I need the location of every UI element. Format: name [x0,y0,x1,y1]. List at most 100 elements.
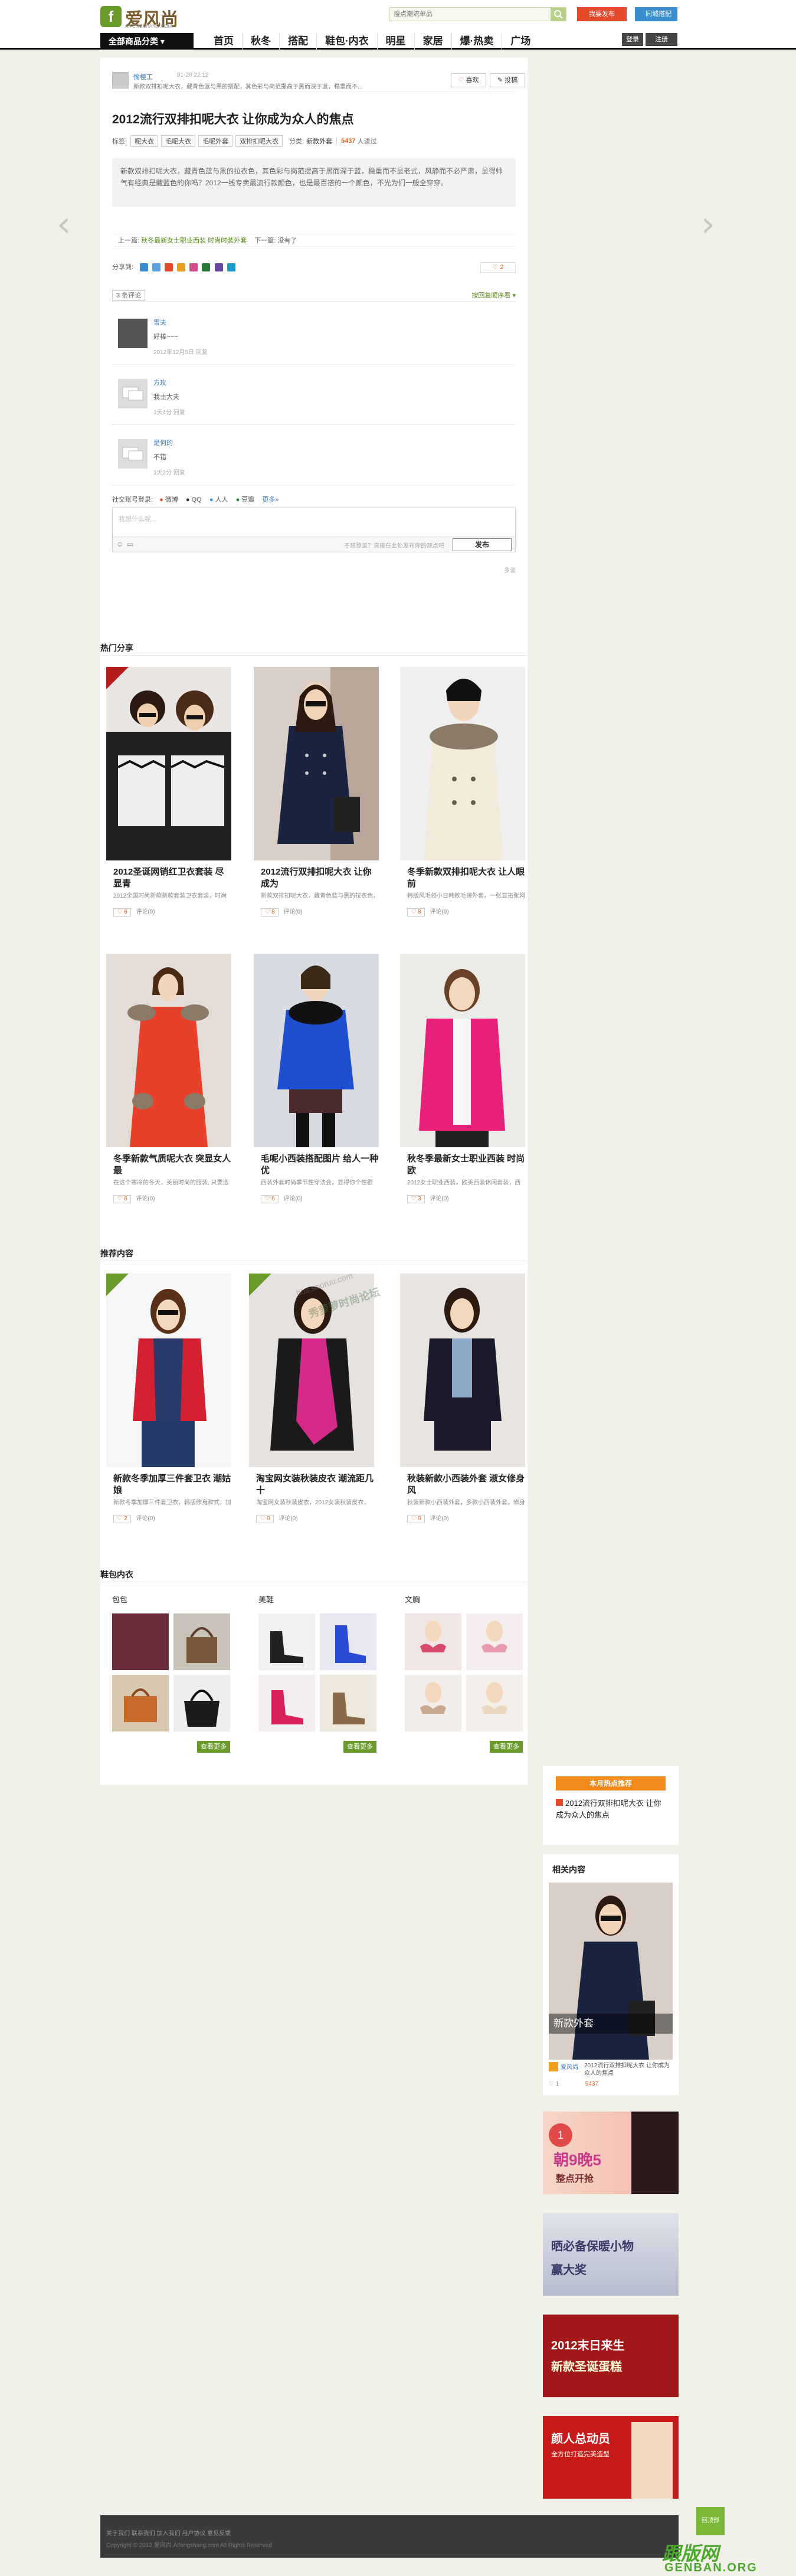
card-title[interactable]: 新款冬季加厚三件套卫衣 潮姑娘 [113,1473,231,1497]
author-name[interactable]: 愉樱工 [133,72,153,81]
card-title[interactable]: 毛呢小西装搭配图片 给人一种优 [261,1153,379,1177]
report-button[interactable]: ✎ 投稿 [490,73,525,87]
shoe-thumb[interactable] [258,1613,315,1670]
bag-thumb[interactable] [173,1675,230,1731]
search-input[interactable] [390,8,549,21]
share-kaixin-icon[interactable] [214,263,223,272]
comment-meta[interactable]: 1天4分 回复 [153,407,185,416]
login-button[interactable]: 登录 [622,33,643,46]
comment-link[interactable]: 评论(0) [136,1516,155,1522]
fav-count-button[interactable]: ♡ 2 [480,262,516,273]
avatar[interactable] [118,319,148,348]
collect-button[interactable]: ♡ 喜欢 [451,73,486,87]
comment-author[interactable]: 是何的 [153,438,173,447]
local-style-button[interactable]: 同城搭配 [635,7,677,21]
ad-banner[interactable]: 颜人总动员 全方位打造完美造型 [543,2416,679,2499]
bag-thumb[interactable] [173,1613,230,1670]
like-button[interactable]: ♡ 8 [261,908,279,917]
lingerie-thumb[interactable] [405,1675,461,1731]
nav-home[interactable]: 首页 [205,33,242,50]
catalog-button[interactable]: 全部商品分类 ▾ [100,33,194,50]
lingerie-thumb[interactable] [466,1675,523,1731]
register-button[interactable]: 注册 [646,33,677,46]
hot-card[interactable]: 冬季新款气质呢大衣 突显女人最 在这个寒冷的冬天，美丽时尚的服装, 只要选对的搭… [106,954,231,1203]
like-button[interactable]: ♡ 0 [256,1515,274,1523]
more-button[interactable]: 查看更多 [197,1741,230,1753]
publish-button[interactable]: 我要发布 [577,7,627,21]
card-image[interactable] [254,954,379,1147]
send-button[interactable]: 发布 [453,538,512,551]
card-image[interactable] [400,1274,525,1467]
avatar[interactable] [118,439,148,469]
prev-arrow-icon[interactable]: ‹ [57,207,80,242]
hot-card[interactable]: 2012流行双排扣呢大衣 让你成为 新款双排扣呢大衣，藏青色蓝与黑的拉衣色，其色… [254,667,379,917]
nav-hot-sale[interactable]: 爆·热卖 [451,33,502,50]
comment-meta[interactable]: 2012年12月5日 回复 [153,347,208,356]
hot-item-link[interactable]: 2012流行双排扣呢大衣 让你成为众人的焦点 [556,1798,666,1821]
card-image[interactable] [106,954,231,1147]
site-logo[interactable]: f 爱风尚 AIFENGSHANG.COM [100,4,183,30]
ad-banner[interactable]: 2012末日来生 新款圣诞蛋糕 [543,2315,679,2397]
shoe-thumb[interactable] [320,1613,376,1670]
tag-item[interactable]: 毛呢大衣 [161,135,196,147]
like-button[interactable]: ♡ 8 [407,908,425,917]
like-button[interactable]: ♡ 6 [113,908,131,917]
card-image[interactable] [400,954,525,1147]
author-avatar[interactable] [112,72,129,89]
tag-item[interactable]: 双排扣呢大衣 [235,135,283,147]
like-button[interactable]: ♡ 0 [407,1515,425,1523]
hot-card[interactable]: 冬季新款双排扣呢大衣 让人眼前 韩版风毛领小日韩款毛领外套，一张显拓张网站领帽子… [400,667,525,917]
comment-link[interactable]: 评论(0) [283,909,302,915]
footer-links[interactable]: 关于我们 联系我们 加入我们 用户协议 意见反馈 [106,2528,231,2537]
comment-input[interactable]: 我想什么呢... ☺ ▭ 不想登录？直接在此处发布你的观点吧 发布 [112,508,516,552]
comment-link[interactable]: 评论(0) [136,1196,155,1202]
lingerie-thumb[interactable] [466,1613,523,1670]
prev-link[interactable]: 秋冬最新女士职业西装 时尚时装外套 [141,237,247,244]
card-image[interactable] [400,667,525,860]
related-author[interactable]: 爱风尚 [561,2062,578,2071]
nav-autumn-winter[interactable]: 秋冬 [242,33,279,50]
comment-link[interactable]: 评论(0) [279,1516,297,1522]
column-title[interactable]: 包包 [112,1593,242,1605]
comment-link[interactable]: 评论(0) [430,1516,448,1522]
related-image[interactable]: 新款外套 [549,1883,673,2060]
nav-stars[interactable]: 明星 [376,33,414,50]
comment-link[interactable]: 评论(0) [136,909,155,915]
nav-shoes-bags[interactable]: 鞋包·内衣 [316,33,377,50]
next-arrow-icon[interactable]: › [701,207,725,242]
like-button[interactable]: ♡ 6 [113,1195,131,1203]
comment-sort[interactable]: 按回复顺序看 ▾ [471,289,516,302]
more-button[interactable]: 查看更多 [490,1741,523,1753]
column-title[interactable]: 美鞋 [258,1593,388,1605]
share-pengyou-icon[interactable] [177,263,186,272]
comment-link[interactable]: 评论(0) [430,909,448,915]
comment-link[interactable]: 评论(0) [283,1196,302,1202]
card-title[interactable]: 冬季新款气质呢大衣 突显女人最 [113,1153,231,1177]
social-douban[interactable]: ● 豆瓣 [236,496,255,503]
card-title[interactable]: 2012圣诞网销红卫衣套装 尽显青 [113,866,231,890]
comment-link[interactable]: 评论(0) [430,1196,448,1202]
share-more-icon[interactable] [227,263,235,272]
share-tqq-icon[interactable] [152,263,161,272]
tag-item[interactable]: 毛呢外套 [198,135,233,147]
ad-banner[interactable]: 晒必备保暖小物 赢大奖 [543,2213,679,2296]
share-renren-icon[interactable] [189,263,198,272]
emoji-icon[interactable]: ☺ [116,540,123,548]
avatar[interactable] [118,379,148,408]
next-link[interactable]: 没有了 [277,237,297,244]
card-title[interactable]: 秋冬季最新女士职业西装 时尚欧 [407,1153,525,1177]
category-link[interactable]: 新款外套 [306,136,332,146]
social-renren[interactable]: ● 人人 [209,496,228,503]
comment-author[interactable]: 雪夫 [153,318,166,327]
hot-card[interactable]: 秋冬季最新女士职业西装 时尚欧 2012女士职业西装，欧美西装休闲套装，西装套装… [400,954,525,1203]
like-button[interactable]: ♡ 3 [407,1195,425,1203]
ad-banner[interactable]: 1 朝9晚5 整点开抢 [543,2112,679,2194]
nav-square[interactable]: 广场 [502,33,539,50]
go-top-button[interactable]: 回顶部 [696,2507,725,2535]
more-button[interactable]: 查看更多 [343,1741,376,1753]
image-icon[interactable]: ▭ [127,540,133,548]
social-weibo[interactable]: ● 微博 [159,496,178,503]
comment-author[interactable]: 方玫 [153,378,166,387]
hot-card[interactable]: 2012圣诞网销红卫衣套装 尽显青 2012全国时尚新款新款套装卫衣套装，时尚加… [106,667,231,917]
lingerie-thumb[interactable] [405,1613,461,1670]
